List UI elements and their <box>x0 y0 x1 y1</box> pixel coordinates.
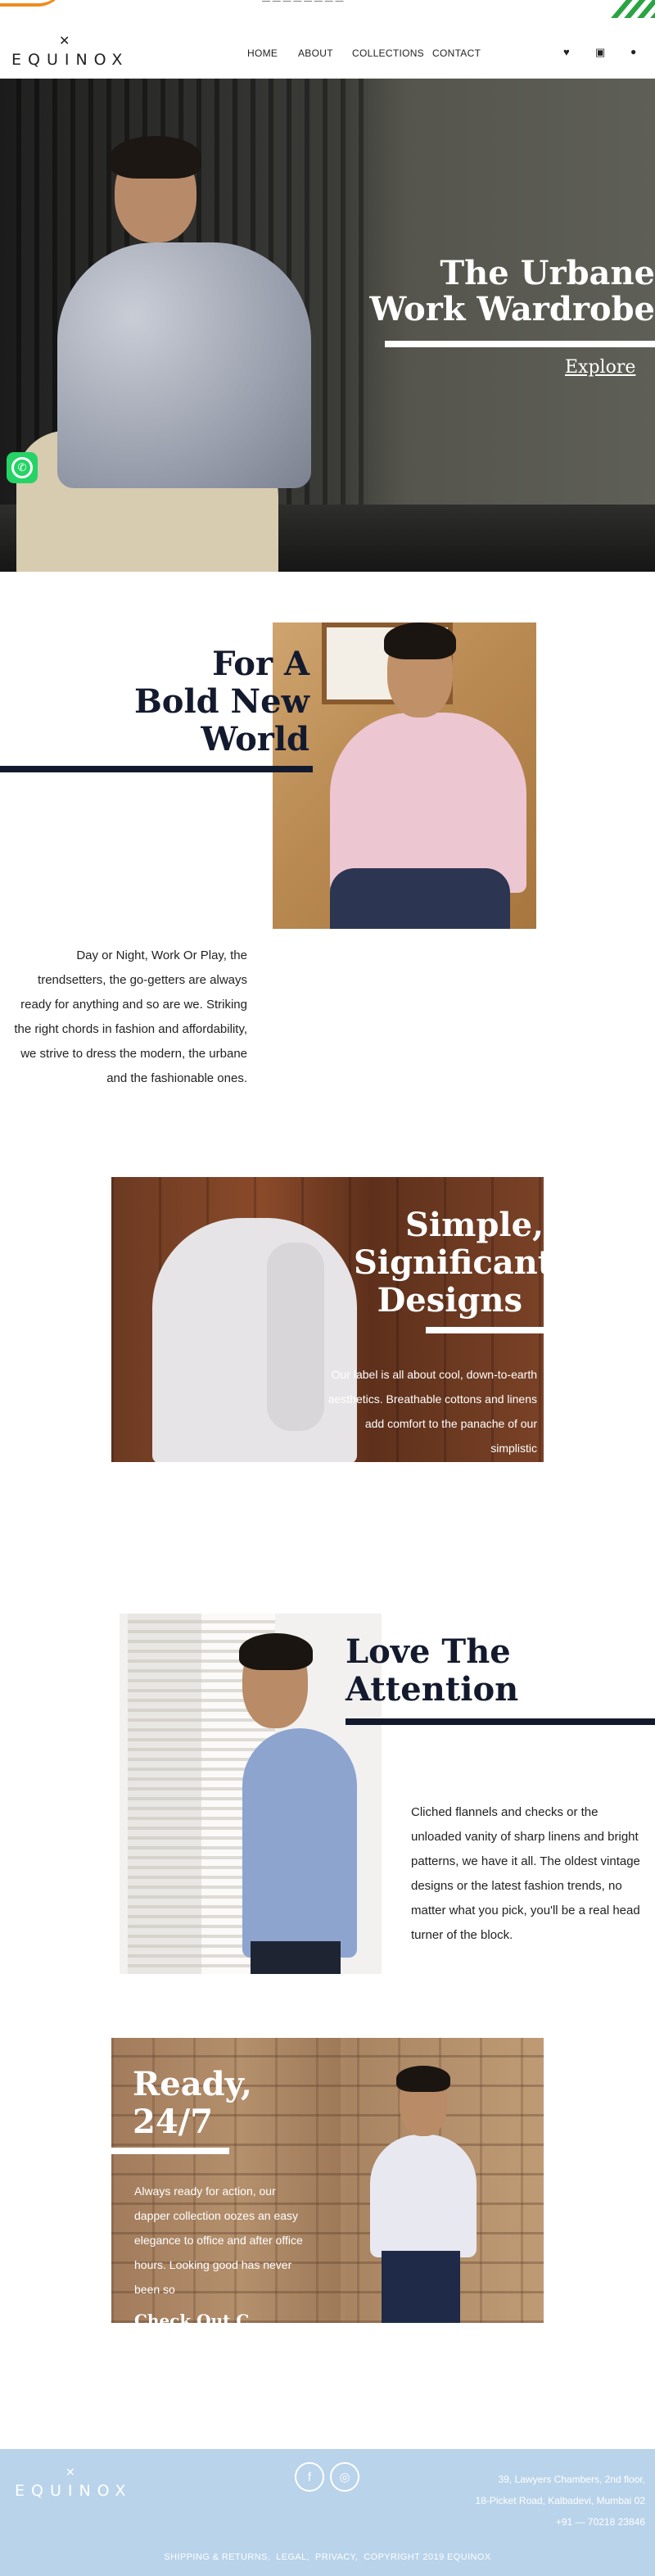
section1-title: For A Bold New World <box>123 645 309 758</box>
hero-title-line2: Work Wardrobe <box>369 290 655 328</box>
section2-overlay: Simple, Significant Designs Our label is… <box>111 1177 544 1462</box>
section1-title-line2: Bold New <box>133 682 309 721</box>
footer-links: SHIPPING & RETURNS, LEGAL, PRIVACY, COPY… <box>0 2552 655 2562</box>
section2-title: Simple, Significant Designs <box>352 1207 544 1320</box>
heart-icon[interactable]: ♥ <box>563 46 570 58</box>
section2-divider <box>426 1327 544 1333</box>
facebook-icon[interactable]: f <box>295 2462 324 2492</box>
section2-title-line1: Simple, <box>405 1206 544 1244</box>
link-privacy[interactable]: PRIVACY, <box>315 2552 358 2562</box>
whatsapp-icon: ✆ <box>11 457 33 478</box>
hero-title: The Urbane Work Wardrobe <box>352 256 655 328</box>
section3-model-hair <box>239 1633 313 1670</box>
section4-model-hair <box>396 2066 450 2092</box>
address-line1: 39, Lawyers Chambers, 2nd floor, <box>498 2474 645 2485</box>
section4-title-line1: Ready, <box>133 2065 252 2103</box>
logo-text[interactable]: EQUINOX <box>11 51 129 69</box>
link-shipping-returns[interactable]: SHIPPING & RETURNS, <box>164 2552 270 2562</box>
instagram-icon[interactable]: ◎ <box>330 2462 359 2492</box>
section1-model-hair <box>384 622 456 659</box>
section4-title-line2: 24/7 <box>133 2103 214 2141</box>
section1-model-shirt <box>330 713 526 893</box>
section1-text: Day or Night, Work Or Play, the trendset… <box>14 948 247 1085</box>
section1-title-line1: For A <box>212 645 309 683</box>
section3-title-line2: Attention <box>346 1670 519 1709</box>
section4-text: Always ready for action, our dapper coll… <box>134 2184 303 2296</box>
user-icon[interactable]: ● <box>630 46 636 57</box>
footer-logo-icon[interactable]: ✕ <box>66 2465 75 2479</box>
bag-icon[interactable]: ▣ <box>595 46 605 59</box>
whatsapp-button[interactable]: ✆ <box>7 452 38 483</box>
section2-title-line3: Designs <box>377 1281 522 1320</box>
footer-logo-text[interactable]: EQUINOX <box>15 2482 132 2500</box>
section3-divider <box>346 1718 655 1725</box>
logo-icon[interactable]: ✕ <box>59 33 70 49</box>
section4-sub-clip: Check Out C... <box>111 2307 544 2323</box>
section3-title-line1: Love The <box>346 1632 511 1671</box>
section3-text: Cliched flannels and checks or the unloa… <box>411 1805 640 1942</box>
address-line2: 18-Picket Road, Kalbadevi, Mumbai 02 <box>475 2495 645 2506</box>
section2-text: Our label is all about cool, down-to-ear… <box>328 1368 537 1455</box>
section1-divider <box>0 766 313 772</box>
nav-home[interactable]: HOME <box>247 48 278 59</box>
orange-swoosh <box>0 0 66 7</box>
section4-subtitle[interactable]: Check Out C... <box>134 2308 266 2323</box>
site-header: ✕ EQUINOX HOME ABOUT COLLECTIONS CONTACT… <box>0 18 655 79</box>
section4-model-shirt <box>370 2135 477 2257</box>
nav-contact[interactable]: CONTACT <box>432 48 481 59</box>
site-footer: ✕ EQUINOX f ◎ 39, Lawyers Chambers, 2nd … <box>0 2449 655 2576</box>
section3-image <box>120 1614 382 1974</box>
copyright-text: COPYRIGHT 2019 EQUINOX <box>364 2552 491 2562</box>
top-strip: — — — — — — — — <box>0 0 655 18</box>
hero-model-shirt <box>57 242 311 488</box>
nav-collections[interactable]: COLLECTIONS <box>352 48 424 59</box>
hero-divider <box>385 341 655 347</box>
section2-title-line2: Significant <box>354 1243 544 1282</box>
top-ticker: — — — — — — — — <box>262 0 344 6</box>
section1-title-line3: World <box>201 720 309 758</box>
nav-about[interactable]: ABOUT <box>298 48 333 59</box>
footer-address: 39, Lawyers Chambers, 2nd floor, 18-Pick… <box>426 2469 645 2533</box>
explore-link[interactable]: Explore <box>565 357 635 378</box>
section1-image <box>273 622 536 929</box>
section1-model-pants <box>330 868 510 929</box>
section3-model-shirt <box>242 1728 357 1958</box>
footer-phone[interactable]: +91 — 70218 23846 <box>426 2511 645 2533</box>
section3-model-pants <box>251 1941 341 1974</box>
section3-title: Love The Attention <box>346 1633 640 1709</box>
hero-model-hair <box>110 136 201 179</box>
link-legal[interactable]: LEGAL, <box>276 2552 309 2562</box>
hero-title-line1: The Urbane <box>440 254 655 292</box>
section4-title: Ready, 24/7 <box>133 2066 346 2141</box>
section4-divider <box>111 2148 229 2154</box>
